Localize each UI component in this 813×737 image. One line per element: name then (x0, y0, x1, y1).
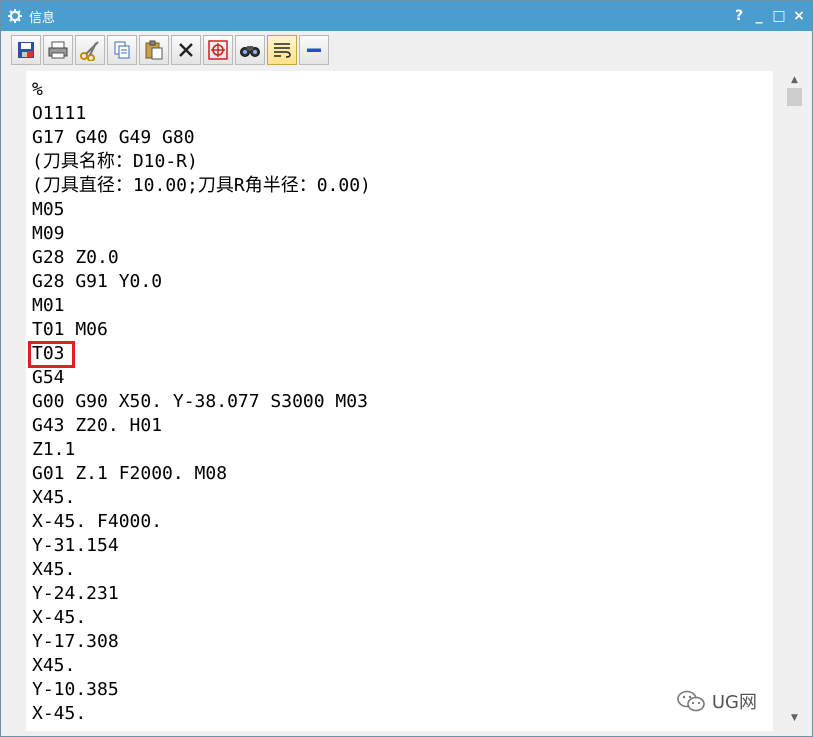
code-line: G01 Z.1 F2000. M08 (32, 463, 228, 484)
minimize-icon (307, 48, 321, 52)
watermark: UG网 (676, 688, 757, 714)
code-line: T01 M06 (32, 319, 108, 340)
save-icon (18, 42, 34, 58)
code-line: T03 (32, 343, 65, 364)
paste-button[interactable] (139, 35, 169, 65)
help-button[interactable]: ? (730, 7, 748, 25)
code-line: Y-10.385 (32, 679, 119, 700)
code-line: X45. (32, 559, 76, 580)
copy-button[interactable] (107, 35, 137, 65)
code-line: X-45. (32, 607, 87, 628)
cut-icon (80, 41, 99, 61)
code-line: X-45. (32, 703, 87, 724)
code-line: Y-17.308 (32, 631, 119, 652)
code-line: G00 G90 X50. Y-38.077 S3000 M03 (32, 391, 368, 412)
code-line: G28 G91 Y0.0 (32, 271, 163, 292)
watermark-text: UG网 (711, 692, 757, 713)
wechat-icon (677, 690, 705, 712)
copy-icon (114, 41, 130, 59)
collapse-button[interactable] (299, 35, 329, 65)
print-icon (48, 41, 68, 59)
code-line: M05 (32, 199, 65, 220)
minimize-button[interactable]: _ (750, 7, 768, 25)
target-icon (208, 40, 228, 60)
maximize-button[interactable]: □ (770, 7, 788, 25)
code-line: M01 (32, 295, 65, 316)
toolbar (11, 34, 329, 66)
code-line: Y-31.154 (32, 535, 119, 556)
code-line: O1111 (32, 103, 87, 124)
scroll-down-icon[interactable]: ▼ (786, 709, 803, 726)
code-line: M09 (32, 223, 65, 244)
delete-button[interactable] (171, 35, 201, 65)
wrap-button[interactable] (267, 35, 297, 65)
code-line: G54 (32, 367, 65, 388)
print-button[interactable] (43, 35, 73, 65)
code-line: G28 Z0.0 (32, 247, 119, 268)
scroll-thumb[interactable] (787, 88, 802, 106)
text-area[interactable]: % O1111 G17 G40 G49 G80 (刀具名称：D10-R) (刀具直径：1… (26, 71, 773, 731)
find-icon (240, 46, 260, 57)
scroll-up-icon[interactable]: ▲ (786, 71, 803, 88)
code-line: (刀具直径：10.00;刀具R角半径：0.00) (32, 175, 371, 196)
code-line: G17 G40 G49 G80 (32, 127, 195, 148)
paste-icon (145, 40, 163, 60)
find-button[interactable] (235, 35, 265, 65)
code-line: (刀具名称：D10-R) (32, 151, 198, 172)
title-bar[interactable]: 信息 ? _ □ × (1, 1, 812, 31)
code-line: % (32, 79, 43, 100)
code-line: X-45. F4000. (32, 511, 163, 532)
code-line: G43 Z20. H01 (32, 415, 163, 436)
wrap-icon (274, 43, 291, 58)
target-button[interactable] (203, 35, 233, 65)
window-controls: ? _ □ × (730, 1, 808, 31)
delete-icon (179, 43, 193, 57)
code-line: X45. (32, 655, 76, 676)
save-button[interactable] (11, 35, 41, 65)
vertical-scrollbar[interactable]: ▲ ▼ (786, 71, 803, 726)
cut-button[interactable] (75, 35, 105, 65)
code-line: Z1.1 (32, 439, 76, 460)
highlight-box (28, 341, 75, 368)
code-line: X45. (32, 487, 76, 508)
code-line: Y-24.231 (32, 583, 119, 604)
close-button[interactable]: × (790, 7, 808, 25)
info-window: 信息 ? _ □ × % O1111 G17 G40 G49 G80 (刀具名称… (0, 0, 813, 737)
gear-icon (7, 8, 23, 24)
window-title: 信息 (29, 10, 56, 26)
code-listing: % O1111 G17 G40 G49 G80 (刀具名称：D10-R) (刀具直径：1… (32, 78, 371, 726)
